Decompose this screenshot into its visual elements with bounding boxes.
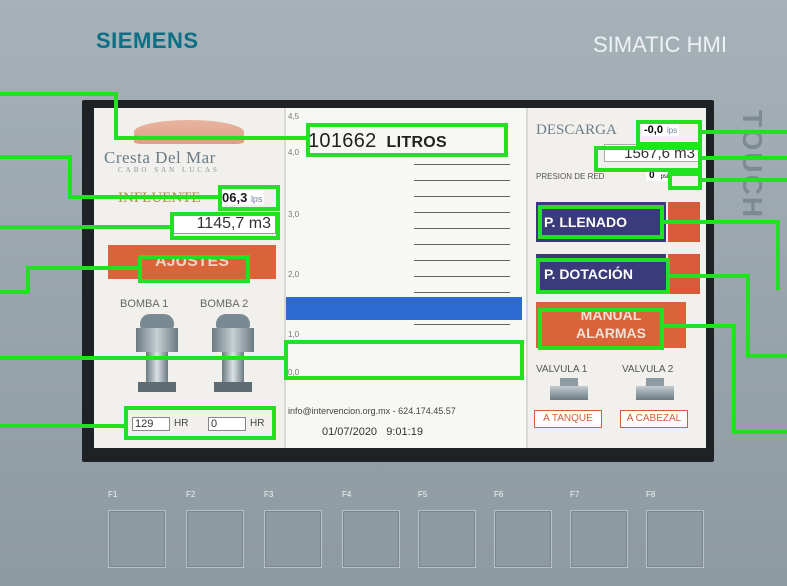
tick-label: 3,0 (288, 210, 300, 219)
valvula2-label: VALVULA 2 (622, 364, 674, 375)
f5-key[interactable] (418, 510, 476, 568)
leader-line (68, 155, 72, 199)
valvula2-status[interactable]: A CABEZAL (620, 410, 688, 428)
pump-2-icon[interactable] (210, 314, 256, 394)
leader-line (68, 195, 220, 199)
leader-line (114, 136, 308, 140)
mountain-logo-icon (134, 120, 244, 144)
leader-line (732, 430, 787, 434)
leader-line (0, 424, 126, 428)
logo-title: Cresta Del Mar (104, 148, 216, 167)
f7-key[interactable] (570, 510, 628, 568)
bomba2-label: BOMBA 2 (200, 298, 249, 310)
leader-line (668, 274, 750, 278)
highlight-box (668, 172, 702, 190)
leader-line (732, 324, 736, 434)
leader-line (700, 130, 787, 134)
bomba1-label: BOMBA 1 (120, 298, 169, 310)
leader-line (0, 356, 286, 360)
valve-1-icon[interactable] (550, 378, 588, 402)
grid-line (414, 180, 510, 181)
grid-line (414, 196, 510, 197)
leader-line (0, 290, 28, 294)
highlight-box (538, 205, 664, 239)
f4-key[interactable] (342, 510, 400, 568)
highlight-box (284, 340, 524, 380)
highlight-box (594, 146, 702, 172)
water-level-fill (286, 297, 522, 320)
leader-line (700, 178, 787, 182)
highlight-box (138, 255, 250, 283)
time: 9:01:19 (386, 426, 423, 438)
tick-label: 2,0 (288, 270, 300, 279)
f3-label: F3 (264, 490, 274, 499)
leader-line (0, 225, 172, 229)
valvula1-status[interactable]: A TANQUE (534, 410, 602, 428)
leader-line (662, 324, 736, 328)
brand-logo: SIEMENS (96, 28, 199, 53)
valvula1-label: VALVULA 1 (536, 364, 588, 375)
f2-label: F2 (186, 490, 196, 499)
leader-line (746, 354, 787, 358)
f4-label: F4 (342, 490, 352, 499)
f6-key[interactable] (494, 510, 552, 568)
grid-line (414, 324, 510, 325)
grid-line (414, 276, 510, 277)
f1-key[interactable] (108, 510, 166, 568)
grid-line (414, 244, 510, 245)
grid-line (414, 228, 510, 229)
f2-key[interactable] (186, 510, 244, 568)
f5-label: F5 (418, 490, 428, 499)
tick-label: 4,5 (288, 112, 300, 121)
presion-label: PRESION DE RED (536, 172, 605, 181)
highlight-box (218, 185, 280, 211)
highlight-box (306, 123, 508, 157)
valve-2-icon[interactable] (636, 378, 674, 402)
grid-line (414, 260, 510, 261)
highlight-box (170, 212, 280, 240)
tick-label: 4,0 (288, 148, 300, 157)
pump-1-icon[interactable] (134, 314, 180, 394)
f3-key[interactable] (264, 510, 322, 568)
grid-line (414, 164, 510, 165)
grid-line (414, 212, 510, 213)
leader-line (746, 274, 750, 358)
grid-line (414, 292, 510, 293)
f6-label: F6 (494, 490, 504, 499)
f8-label: F8 (646, 490, 656, 499)
descarga-label: DESCARGA (536, 122, 617, 138)
leader-line (662, 220, 778, 224)
logo-subtitle: CABO SAN LUCAS (118, 166, 220, 174)
tank-panel: 4,5 4,0 3,0 2,0 1,0 0,0 101662 LITROS inf… (286, 108, 526, 448)
f8-key[interactable] (646, 510, 704, 568)
leader-line (26, 266, 140, 270)
tick-label: 1,0 (288, 330, 300, 339)
leader-line (776, 220, 780, 290)
leader-line (114, 92, 118, 138)
datetime: 01/07/2020 9:01:19 (322, 426, 423, 438)
leader-line (26, 266, 30, 294)
leader-line (0, 155, 72, 159)
highlight-box (124, 406, 276, 440)
model-label: SIMATIC HMI (592, 32, 727, 57)
leader-line (700, 156, 787, 160)
contact-info: info@intervencion.org.mx - 624.174.45.57 (288, 406, 456, 416)
highlight-box (636, 120, 702, 146)
leader-line (0, 92, 118, 96)
f7-label: F7 (570, 490, 580, 499)
date: 01/07/2020 (322, 426, 378, 438)
highlight-box (536, 258, 670, 294)
f1-label: F1 (108, 490, 118, 499)
highlight-box (538, 308, 664, 350)
